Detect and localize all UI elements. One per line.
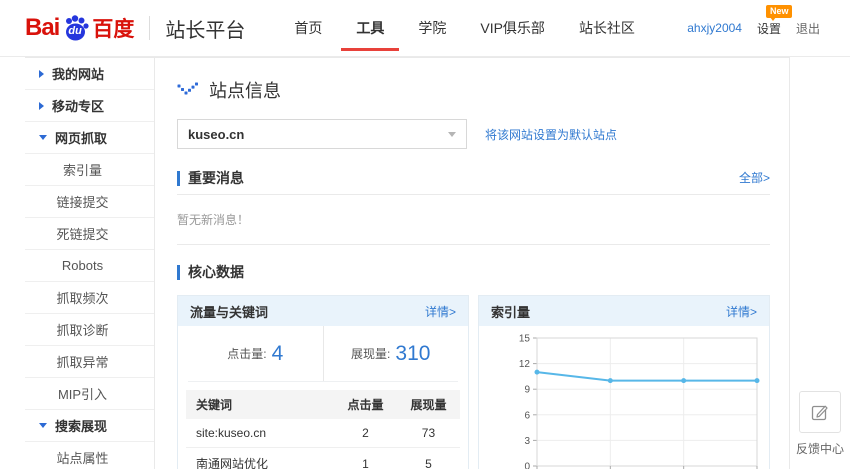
site-select-value: kuseo.cn — [188, 126, 245, 142]
product-name: 站长平台 — [165, 19, 246, 42]
svg-text:9: 9 — [524, 385, 530, 396]
logo-text-baidu-cn: 百度 — [92, 18, 135, 41]
feedback-center-widget[interactable]: 反馈中心 — [793, 391, 847, 457]
sidebar-item-robots[interactable]: Robots — [25, 250, 154, 282]
index-card-header: 索引量 详情> — [479, 296, 769, 326]
content-area: 站点信息 kuseo.cn 将该网站设置为默认站点 重要消息 全部> 暂无新消息… — [155, 58, 789, 469]
sidebar-item-crawl-errors[interactable]: 抓取异常 — [25, 346, 154, 378]
settings-link[interactable]: 设置 New — [757, 4, 793, 37]
traffic-stats: 点击量: 4 展现量: 310 — [188, 326, 458, 382]
pencil-square-icon — [811, 405, 828, 421]
impressions-value: 310 — [395, 341, 431, 365]
nav-item-home[interactable]: 首页 — [277, 0, 339, 57]
messages-section-header: 重要消息 全部> — [177, 169, 770, 186]
main-nav: 首页 工具 学院 VIP俱乐部 站长社区 — [277, 0, 652, 57]
svg-text:6: 6 — [524, 410, 530, 421]
feedback-label: 反馈中心 — [795, 442, 844, 456]
set-default-site-link[interactable]: 将该网站设置为默认站点 — [485, 126, 617, 143]
sidebar-item-mip-intro[interactable]: MIP引入 — [25, 378, 154, 410]
chevron-down-icon — [39, 135, 47, 140]
dotted-v-icon — [177, 82, 198, 94]
traffic-card-header: 流量与关键词 详情> — [178, 296, 468, 326]
sidebar-item-site-properties[interactable]: 站点属性 — [25, 442, 154, 469]
clicks-stat: 点击量: 4 — [227, 341, 284, 365]
sidebar-item-mobile-zone[interactable]: 移动专区 — [25, 90, 154, 122]
site-select-dropdown[interactable]: kuseo.cn — [177, 119, 467, 149]
username-link[interactable]: ahxjy2004 — [687, 21, 742, 35]
nav-item-community[interactable]: 站长社区 — [562, 0, 652, 57]
sidebar-item-web-crawl[interactable]: 网页抓取 — [25, 122, 154, 154]
core-data-cards: 流量与关键词 详情> 点击量: 4 展现量: 310 关键词 点击量 展现量 s… — [177, 295, 770, 469]
svg-text:12: 12 — [519, 359, 531, 370]
main-panel: 我的网站 移动专区 网页抓取 索引量 链接提交 死链提交 Robots 抓取频次… — [25, 57, 790, 469]
sidebar-item-index-volume[interactable]: 索引量 — [25, 154, 154, 186]
chevron-down-icon — [39, 423, 47, 428]
page-title: 站点信息 — [177, 77, 770, 103]
messages-title: 重要消息 — [177, 171, 244, 186]
index-trend-chart: 0369121510-1210-1310-1410-15 — [519, 334, 760, 469]
svg-text:15: 15 — [519, 334, 531, 345]
baidu-paw-icon: du — [61, 13, 91, 43]
all-messages-link[interactable]: 全部> — [739, 169, 770, 186]
core-data-title: 核心数据 — [177, 265, 244, 280]
clicks-value: 4 — [271, 341, 284, 365]
index-volume-card: 索引量 详情> 0369121510-1210-1310-1410-15 — [478, 295, 770, 469]
logo-text-du: du — [68, 25, 82, 37]
new-badge: New — [765, 4, 793, 21]
table-row: 南通网站优化 1 5 — [186, 447, 460, 469]
chevron-right-icon — [39, 101, 44, 110]
caret-down-icon — [448, 131, 456, 137]
sidebar-item-my-sites[interactable]: 我的网站 — [25, 58, 154, 90]
nav-item-tools[interactable]: 工具 — [339, 0, 401, 57]
baidu-logo[interactable]: Bai du 百度 — [25, 13, 134, 43]
feedback-button[interactable] — [799, 391, 841, 433]
traffic-detail-link[interactable]: 详情> — [425, 303, 456, 320]
sidebar: 我的网站 移动专区 网页抓取 索引量 链接提交 死链提交 Robots 抓取频次… — [25, 58, 155, 469]
chevron-right-icon — [39, 69, 44, 78]
sidebar-item-dead-link-submit[interactable]: 死链提交 — [25, 218, 154, 250]
svg-text:3: 3 — [524, 436, 530, 447]
table-row: site:kuseo.cn 2 73 — [186, 419, 460, 448]
index-detail-link[interactable]: 详情> — [726, 303, 757, 320]
traffic-keywords-card: 流量与关键词 详情> 点击量: 4 展现量: 310 关键词 点击量 展现量 s… — [177, 295, 469, 469]
header-user-area: ahxjy2004 设置 New 退出 — [687, 4, 820, 37]
site-selector-row: kuseo.cn 将该网站设置为默认站点 — [177, 119, 770, 149]
keywords-table: 关键词 点击量 展现量 site:kuseo.cn 2 73 南通网站优化 1 … — [186, 390, 460, 469]
sidebar-item-link-submit[interactable]: 链接提交 — [25, 186, 154, 218]
logo-divider — [149, 16, 151, 40]
impressions-stat: 展现量: 310 — [322, 326, 459, 381]
logo-text-bai: Bai — [25, 14, 60, 41]
svg-text:0: 0 — [524, 462, 530, 469]
sidebar-item-crawl-frequency[interactable]: 抓取频次 — [25, 282, 154, 314]
top-header: Bai du 百度 站长平台 首页 工具 学院 VIP俱乐部 站长社区 ahxj… — [0, 0, 850, 57]
nav-item-academy[interactable]: 学院 — [401, 0, 463, 57]
core-data-section-header: 核心数据 — [177, 265, 770, 280]
table-header-row: 关键词 点击量 展现量 — [186, 390, 460, 419]
logout-link[interactable]: 退出 — [796, 20, 820, 37]
index-chart-wrap: 0369121510-1210-1310-1410-15 — [479, 326, 769, 469]
nav-item-vip-club[interactable]: VIP俱乐部 — [463, 0, 562, 57]
no-messages-text: 暂无新消息！ — [177, 195, 770, 245]
sidebar-item-crawl-diagnosis[interactable]: 抓取诊断 — [25, 314, 154, 346]
sidebar-item-search-display[interactable]: 搜索展现 — [25, 410, 154, 442]
